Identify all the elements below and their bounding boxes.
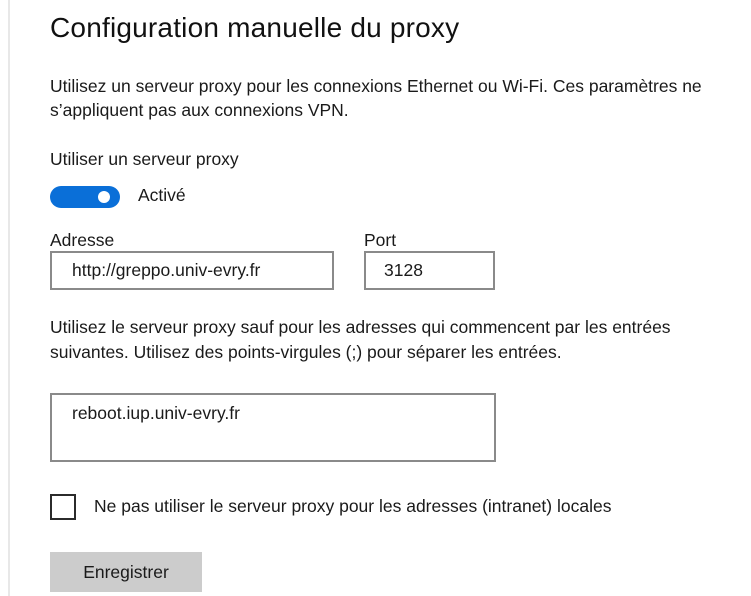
proxy-toggle-label: Utiliser un serveur proxy (50, 149, 239, 169)
proxy-toggle-switch[interactable] (50, 186, 120, 208)
save-button[interactable]: Enregistrer (50, 552, 202, 592)
proxy-description: Utilisez un serveur proxy pour les conne… (50, 76, 702, 120)
local-bypass-label: Ne pas utiliser le serveur proxy pour le… (94, 496, 612, 516)
port-input[interactable]: 3128 (364, 251, 495, 290)
left-panel-border (8, 0, 10, 596)
address-input[interactable]: http://greppo.univ-evry.fr (50, 251, 334, 290)
port-label: Port (364, 230, 397, 250)
exceptions-description: Utilisez le serveur proxy sauf pour les … (50, 317, 671, 362)
proxy-toggle-state: Activé (138, 185, 186, 205)
page-title: Configuration manuelle du proxy (50, 12, 460, 43)
exceptions-textarea[interactable]: reboot.iup.univ-evry.fr (50, 393, 496, 462)
local-bypass-checkbox[interactable] (50, 494, 76, 520)
toggle-knob (98, 191, 110, 203)
address-label: Adresse (50, 230, 115, 250)
